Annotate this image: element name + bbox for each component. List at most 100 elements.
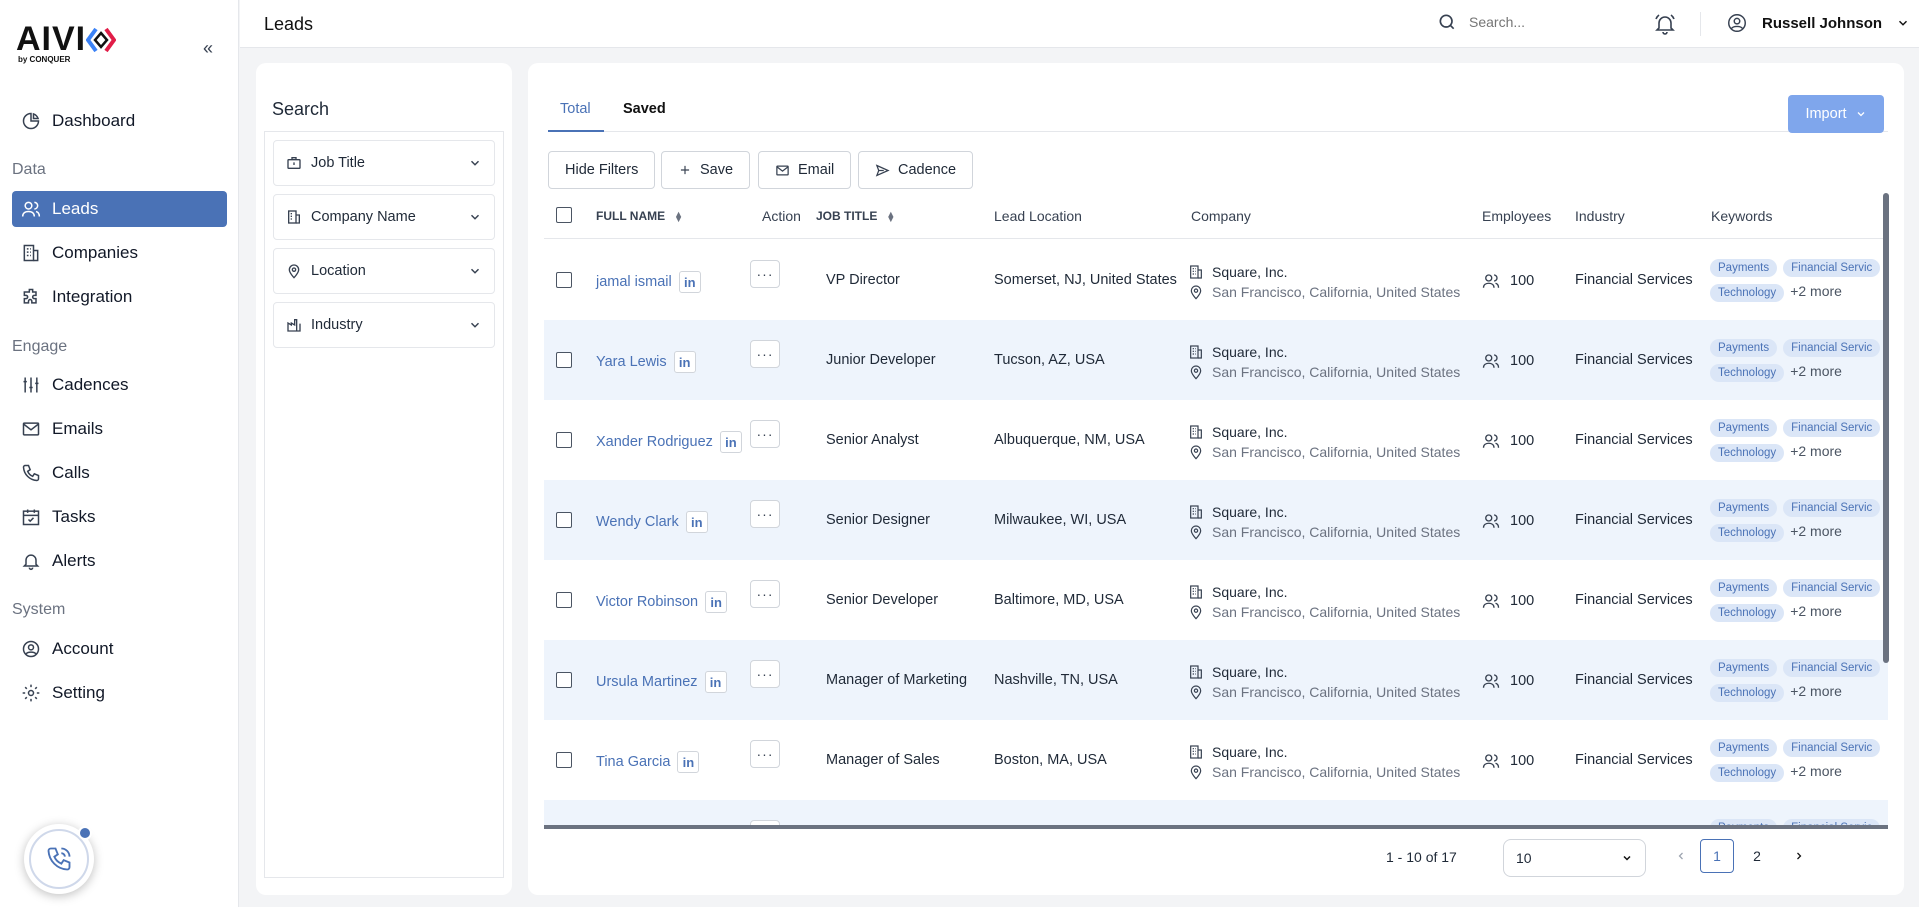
table-row[interactable]: ··· Square, Inc. Payments Financial Servic	[544, 800, 1888, 825]
keyword-chip: Financial Servic	[1783, 259, 1881, 277]
job-title-cell: Junior Developer	[826, 352, 936, 368]
hide-filters-button[interactable]: Hide Filters	[548, 151, 656, 189]
filter-industry[interactable]: Industry	[273, 302, 495, 348]
more-keywords[interactable]: +2 more	[1790, 683, 1842, 699]
col-full-name[interactable]: Full Name ▲ ▼	[596, 209, 683, 223]
row-checkbox[interactable]	[556, 352, 572, 368]
select-all-checkbox[interactable]	[556, 207, 572, 223]
row-checkbox[interactable]	[556, 432, 572, 448]
notifications-button[interactable]	[1653, 12, 1677, 36]
table-scrollbar[interactable]	[1883, 193, 1889, 663]
users-icon	[1482, 274, 1500, 288]
keyword-chip: Payments	[1710, 419, 1778, 437]
import-button[interactable]: Import	[1788, 95, 1884, 133]
table-row[interactable]: Wendy Clark in ··· Senior Designer Milwaukee…	[544, 480, 1888, 560]
employees-cell: 100	[1482, 272, 1534, 290]
more-keywords[interactable]: +2 more	[1790, 763, 1842, 779]
lead-name-link[interactable]: Yara Lewis in	[596, 351, 696, 373]
row-checkbox[interactable]	[556, 752, 572, 768]
keyword-chip: Payments	[1710, 659, 1778, 677]
import-label: Import	[1805, 106, 1847, 122]
lead-name: Victor Robinson	[596, 594, 699, 610]
sidebar-item-setting[interactable]: Setting	[12, 675, 227, 711]
table-row[interactable]: Victor Robinson in ··· Senior Developer Balt…	[544, 560, 1888, 640]
sidebar-item-companies[interactable]: Companies	[12, 235, 227, 271]
table-row[interactable]: Tina Garcia in ··· Manager of Sales Boston, …	[544, 720, 1888, 800]
linkedin-icon[interactable]: in	[685, 511, 708, 533]
sidebar-item-leads[interactable]: Leads	[12, 191, 227, 227]
linkedin-icon[interactable]: in	[678, 271, 701, 293]
row-checkbox[interactable]	[556, 672, 572, 688]
sidebar-item-cadences[interactable]: Cadences	[12, 367, 227, 403]
row-actions-button[interactable]: ···	[750, 420, 780, 448]
linkedin-icon[interactable]: in	[673, 351, 696, 373]
linkedin-icon[interactable]: in	[705, 591, 728, 613]
sidebar-item-dashboard[interactable]: Dashboard	[12, 103, 227, 139]
lead-name-link[interactable]: Tina Garcia in	[596, 751, 700, 773]
linkedin-icon[interactable]: in	[704, 671, 727, 693]
linkedin-icon[interactable]: in	[677, 751, 700, 773]
sidebar-item-calls[interactable]: Calls	[12, 455, 227, 491]
row-checkbox[interactable]	[556, 592, 572, 608]
sidebar-item-emails[interactable]: Emails	[12, 411, 227, 447]
row-checkbox[interactable]	[556, 512, 572, 528]
user-menu[interactable]: Russell Johnson	[1726, 12, 1910, 34]
more-keywords[interactable]: +2 more	[1790, 523, 1842, 539]
col-job-title[interactable]: Job Title ▲ ▼	[816, 209, 895, 223]
company-cell: Square, Inc. San Francisco, California, U…	[1188, 502, 1460, 542]
row-actions-button[interactable]: ···	[750, 660, 780, 688]
lead-name-link[interactable]: Wendy Clark in	[596, 511, 708, 533]
sidebar-item-integration[interactable]: Integration	[12, 279, 227, 315]
lead-name-link[interactable]: Victor Robinson in	[596, 591, 728, 613]
more-keywords[interactable]: +2 more	[1790, 283, 1842, 299]
filter-location[interactable]: Location	[273, 248, 495, 294]
tab-saved[interactable]: Saved	[623, 101, 666, 117]
table-row[interactable]: jamal ismail in ··· VP Director Somerset, NJ…	[544, 240, 1888, 320]
per-page-select[interactable]: 10	[1503, 839, 1646, 877]
sidebar-item-tasks[interactable]: Tasks	[12, 499, 227, 535]
table-row[interactable]: Yara Lewis in ··· Junior Developer Tucson, A…	[544, 320, 1888, 400]
collapse-sidebar-button[interactable]: «	[203, 38, 213, 59]
row-actions-button[interactable]: ···	[750, 260, 780, 288]
lead-name-link[interactable]: jamal ismail in	[596, 271, 701, 293]
row-actions-button[interactable]: ···	[750, 740, 780, 768]
call-dialer-button[interactable]	[24, 824, 94, 894]
page-button-1[interactable]: 1	[1700, 839, 1734, 873]
lead-location-cell: Milwaukee, WI, USA	[994, 512, 1127, 528]
cadence-label: Cadence	[898, 162, 957, 178]
page-button-2[interactable]: 2	[1740, 839, 1774, 873]
linkedin-icon[interactable]: in	[719, 431, 742, 453]
filters-title: Search	[272, 99, 330, 119]
lead-name-link[interactable]: Xander Rodriguez in	[596, 431, 742, 453]
table-row[interactable]: Xander Rodriguez in ··· Senior Analyst Albuq…	[544, 400, 1888, 480]
row-actions-button[interactable]: ···	[750, 580, 780, 608]
company-location: San Francisco, California, United States	[1212, 684, 1461, 700]
more-keywords[interactable]: +2 more	[1790, 363, 1842, 379]
more-keywords[interactable]: +2 more	[1790, 443, 1842, 459]
row-checkbox[interactable]	[556, 272, 572, 288]
row-actions-button[interactable]: ···	[750, 340, 780, 368]
employees-cell: 100	[1482, 592, 1534, 610]
row-actions-button[interactable]: ···	[750, 500, 780, 528]
save-button[interactable]: Save	[661, 151, 751, 189]
tab-total[interactable]: Total	[560, 101, 591, 117]
sidebar-item-account[interactable]: Account	[12, 631, 227, 667]
cadence-button[interactable]: Cadence	[858, 151, 974, 189]
next-page-button[interactable]	[1782, 839, 1816, 873]
building-icon	[1190, 745, 1202, 759]
chevron-down-icon	[1623, 855, 1631, 861]
search-input[interactable]	[1469, 14, 1599, 30]
app-logo[interactable]: AIVI by CONQUER	[16, 20, 117, 64]
row-actions-button[interactable]: ···	[750, 820, 780, 825]
prev-page-button[interactable]	[1664, 839, 1698, 873]
user-name: Russell Johnson	[1762, 14, 1883, 32]
lead-name-link[interactable]: Ursula Martinez in	[596, 671, 727, 693]
more-keywords[interactable]: +2 more	[1790, 603, 1842, 619]
col-company: Company	[1191, 208, 1251, 224]
filter-company-name[interactable]: Company Name	[273, 194, 495, 240]
sidebar-item-alerts[interactable]: Alerts	[12, 543, 227, 579]
table-row[interactable]: Ursula Martinez in ··· Manager of Marketing…	[544, 640, 1888, 720]
email-button[interactable]: Email	[758, 151, 852, 189]
filter-job-title[interactable]: Job Title	[273, 140, 495, 186]
sliders-icon	[23, 377, 39, 393]
